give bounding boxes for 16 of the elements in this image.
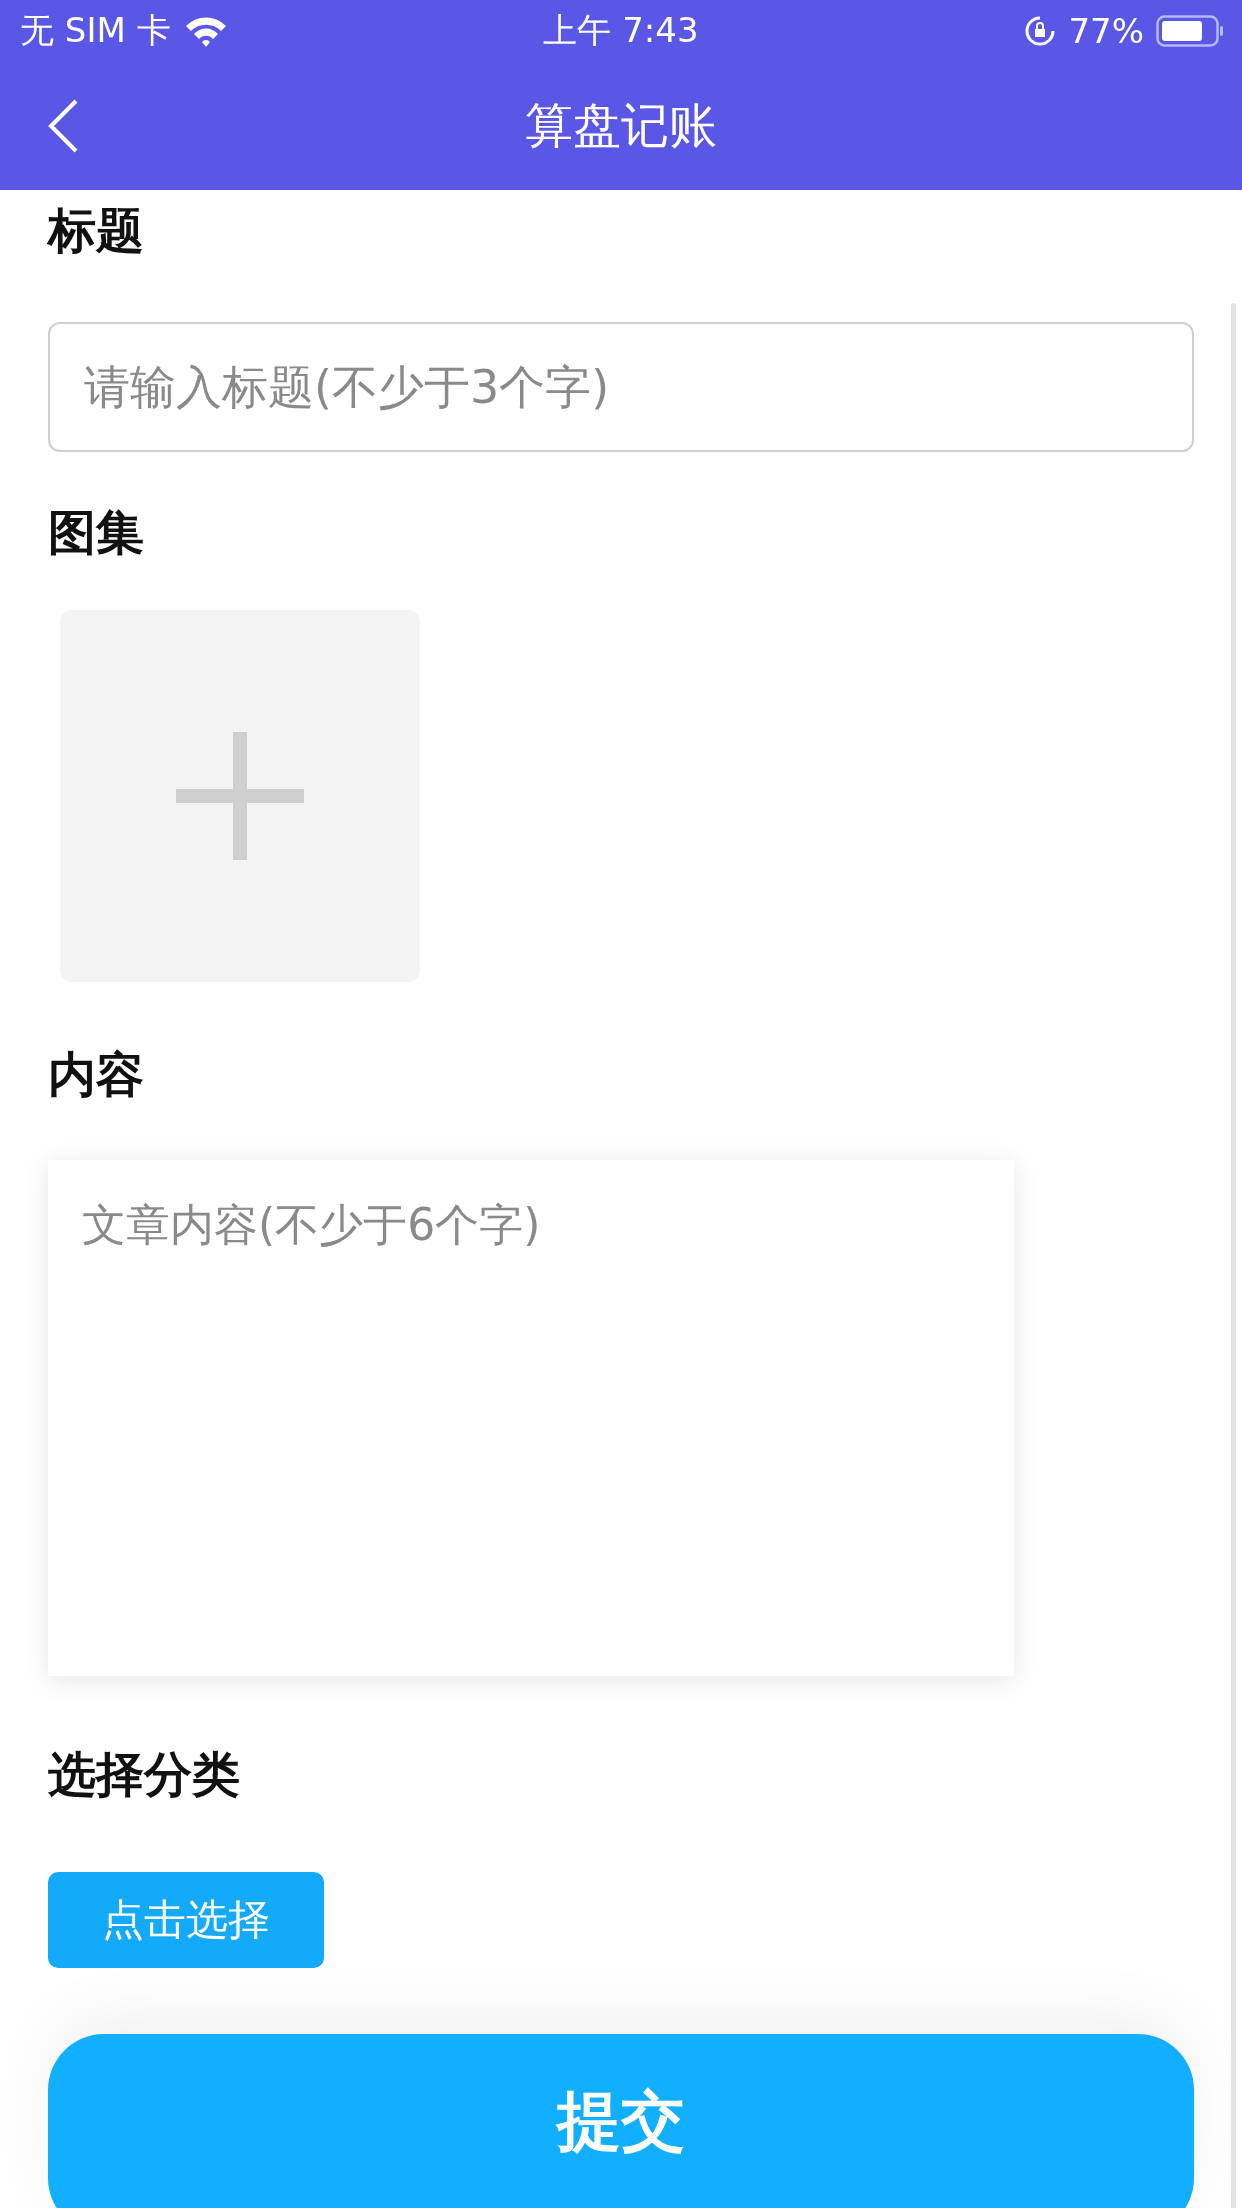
plus-icon [176,732,304,860]
content-textarea[interactable]: 文章内容(不少于6个字) [48,1160,1014,1676]
section-label: 内容 [48,1045,144,1104]
battery-icon [1156,15,1224,47]
carrier-text: 无 SIM 卡 [20,9,171,52]
submit-button[interactable]: 提交 [48,2034,1194,2208]
section-label: 图集 [48,503,144,562]
back-icon[interactable] [46,98,80,154]
section-label: 选择分类 [48,1745,240,1804]
section-label: 标题 [48,201,144,260]
battery-percent: 77% [1068,11,1144,51]
choose-category-button[interactable]: 点击选择 [48,1872,324,1968]
clock-text: 上午 7:43 [543,9,699,52]
page-title: 算盘记账 [525,96,717,155]
rotation-lock-icon [1024,15,1057,47]
title-input[interactable]: 请输入标题(不少于3个字) [48,322,1194,452]
